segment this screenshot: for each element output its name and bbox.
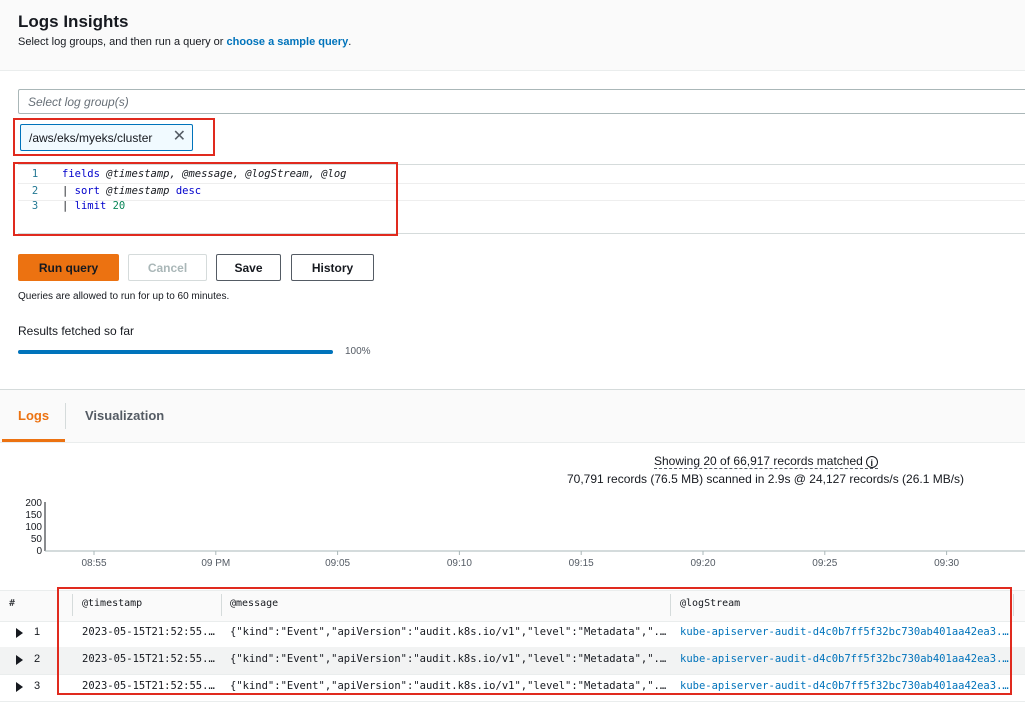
records-scanned-summary: 70,791 records (76.5 MB) scanned in 2.9s… <box>567 472 965 486</box>
x-tick-label: 09:25 <box>812 558 837 569</box>
active-tab-indicator <box>2 439 65 442</box>
x-tick-label: 09 PM <box>201 558 230 569</box>
tab-visualization[interactable]: Visualization <box>85 408 164 423</box>
progress-fill <box>18 350 333 354</box>
y-tick-label: 200 <box>25 498 42 509</box>
y-tick-label: 150 <box>25 510 42 521</box>
log-histogram: 200150100500 08:55 09 PM 09:05 09:10 09:15 09… <box>25 498 1025 569</box>
x-tick-label: 09:10 <box>447 558 472 569</box>
column-header-number: # <box>9 598 16 609</box>
x-tick-label: 09:15 <box>569 558 594 569</box>
expand-row-icon[interactable] <box>16 655 23 665</box>
row-number: 3 <box>34 680 41 692</box>
log-group-placeholder: Select log group(s) <box>28 95 129 109</box>
page-title: Logs Insights <box>18 12 129 31</box>
run-query-button[interactable]: Run query <box>18 254 119 281</box>
highlight-box-query <box>13 162 398 236</box>
history-button[interactable]: History <box>291 254 374 281</box>
records-matched-summary[interactable]: Showing 20 of 66,917 records matched i <box>654 454 878 469</box>
row-number: 1 <box>34 626 41 638</box>
column-divider <box>1013 594 1014 616</box>
highlight-box-results <box>57 587 1012 695</box>
x-tick-label: 08:55 <box>81 558 106 569</box>
page-header: Logs Insights Select log groups, and the… <box>0 0 1025 71</box>
results-fetched-label: Results fetched so far <box>18 324 135 338</box>
query-time-note: Queries are allowed to run for up to 60 … <box>18 291 230 302</box>
page-subtitle: Select log groups, and then run a query … <box>18 36 351 48</box>
info-icon[interactable]: i <box>865 456 878 468</box>
save-button[interactable]: Save <box>216 254 281 281</box>
expand-row-icon[interactable] <box>16 628 23 638</box>
sample-query-link[interactable]: choose a sample query <box>227 36 349 48</box>
x-tick-label: 09:30 <box>934 558 959 569</box>
log-group-select[interactable]: Select log group(s) <box>18 89 1025 114</box>
subtitle-text: Select log groups, and then run a query … <box>18 36 227 48</box>
y-tick-label: 100 <box>25 522 42 533</box>
results-progress-bar <box>18 350 333 354</box>
expand-row-icon[interactable] <box>16 682 23 692</box>
tab-logs[interactable]: Logs <box>18 408 49 423</box>
progress-percent: 100% <box>345 346 371 357</box>
cancel-button[interactable]: Cancel <box>128 254 207 281</box>
tab-divider <box>65 403 66 429</box>
x-tick-label: 09:05 <box>325 558 350 569</box>
subtitle-suffix: . <box>348 36 352 48</box>
records-matched-text: Showing 20 of 66,917 records matched <box>654 454 863 468</box>
y-tick-label: 0 <box>36 546 42 557</box>
y-tick-label: 50 <box>31 534 43 545</box>
row-number: 2 <box>34 653 41 665</box>
highlight-box-log-group <box>13 118 215 156</box>
x-tick-label: 09:20 <box>690 558 715 569</box>
